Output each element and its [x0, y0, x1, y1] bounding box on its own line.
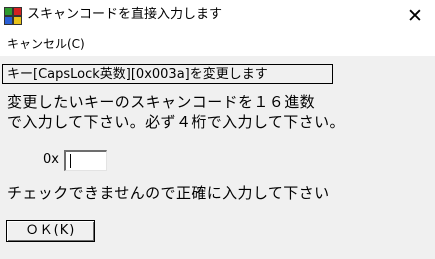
ok-button[interactable]: ＯＫ(K): [6, 220, 95, 242]
close-icon: ✕: [407, 5, 423, 27]
key-info-text: キー[CapsLock英数][0x003a]を変更します: [7, 67, 268, 82]
text-caret: [70, 154, 71, 168]
window-title: スキャンコードを直接入力します: [27, 7, 223, 22]
title-bar: スキャンコードを直接入力します ✕: [0, 0, 435, 32]
scancode-input[interactable]: [64, 150, 107, 171]
app-grid-icon: [4, 7, 22, 25]
instruction-line-1: 変更したいキーのスキャンコードを１６進数: [7, 93, 316, 111]
instruction-line-2: で入力して下さい。必ず４桁で入力して下さい。: [7, 113, 345, 131]
close-button[interactable]: ✕: [400, 4, 430, 28]
key-info-box: キー[CapsLock英数][0x003a]を変更します: [2, 64, 333, 84]
menu-item-cancel[interactable]: キャンセル(C): [7, 35, 85, 53]
warning-text: チェックできませんので正確に入力して下さい: [7, 184, 330, 202]
hex-prefix-label: 0x: [43, 152, 59, 167]
menu-bar: キャンセル(C): [0, 32, 435, 56]
